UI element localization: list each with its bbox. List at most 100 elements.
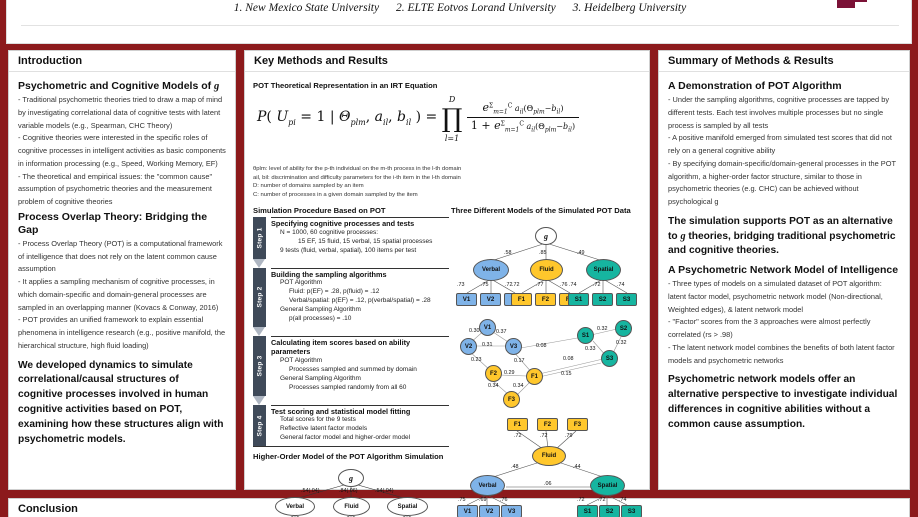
lf-ind-f2: F2: [535, 293, 556, 307]
ln-ind-s1: S1: [577, 505, 598, 517]
column-introduction: Introduction Psychometric and Cognitive …: [8, 50, 236, 490]
lf-ind-s2: S2: [592, 293, 613, 307]
intro-callout: We developed dynamics to simulate correl…: [18, 359, 224, 445]
step-2-line-2: Fluid: p(EF) = .28, p(fluid) = .12: [289, 288, 380, 296]
net-edge-v3-s1: 0.08: [536, 343, 547, 350]
step-4-line-2: Reflective latent factor models: [280, 425, 368, 433]
higher-order-title: Higher-Order Model of the POT Algorithm …: [253, 452, 444, 462]
ln-edge-fluid-verbal: .48: [511, 464, 519, 471]
summary-section-1-title: A Demonstration of POT Algorithm: [668, 80, 842, 92]
summary-bullet-1: - Under the sampling algorithms, cogniti…: [668, 95, 890, 130]
step-4-tab: Step 4: [253, 404, 266, 447]
step-3-line-2: Processes sampled and summed by domain: [289, 365, 417, 373]
latent-factor-diagram: g Verbal Fluid Spatial .58 .85 .49 .73 .…: [451, 217, 641, 317]
step-3-content: Calculating item scores based on ability…: [271, 335, 449, 396]
introduction-title: Introduction: [18, 55, 83, 67]
net-edge-v3-f1: 0.17: [514, 358, 525, 365]
intro-bullet-4: - Process Overlap Theory (POT) is a comp…: [18, 238, 223, 274]
ln-ind-f3: F3: [567, 418, 588, 432]
ln-ind-v1: V1: [457, 505, 478, 517]
equation-legend-3: D: number of domains sampled by an item: [253, 183, 364, 190]
lf-ind-loading-6: .76: [560, 282, 568, 289]
lf-ind-loading-1: .73: [457, 282, 465, 289]
column-summary: Summary of Methods & Results A Demonstra…: [658, 50, 910, 490]
introduction-header: Introduction: [9, 51, 235, 72]
irt-equation-formula: P( Upi = 1 | Θplm, ail, bil ) = D ∏ l=1 eΣ…: [257, 95, 580, 142]
lf-ind-v2: V2: [480, 293, 501, 307]
step-4-content: Test scoring and statistical model fitti…: [271, 404, 449, 446]
equation-legend-1: θplm: level of ability for the p-th indi…: [253, 166, 462, 172]
step-3-heading: Calculating item scores based on ability…: [271, 337, 411, 357]
key-methods-body: POT Theoretical Representation in an IRT…: [245, 72, 649, 517]
summary-title: Summary of Methods & Results: [668, 55, 834, 67]
ln-edge-fluid-spatial: .44: [573, 464, 581, 471]
step-1-line-2: 15 EF, 15 fluid, 15 verbal, 15 spatial p…: [298, 237, 433, 245]
intro-section-1-title: Psychometric and Cognitive Models of g: [18, 80, 226, 93]
ln-loading-s1: .72: [577, 497, 585, 504]
step-1-line-1: N = 1000, 60 cognitive processes:: [280, 228, 379, 236]
net-edge-s2-s3: 0.32: [616, 340, 627, 347]
net-edge-v1-v3: 0.37: [496, 329, 507, 336]
net-edge-f1-f3: 0.34: [513, 383, 524, 390]
ho-loading-verbal: .54(.04): [301, 488, 320, 495]
summary-section-2-title: A Psychometric Network Model of Intellig…: [668, 264, 899, 277]
summary-bullet-3: - By specifying domain-specific/domain-g…: [668, 158, 896, 206]
affiliation-3: 3. Heidelberg University: [572, 2, 687, 14]
net-edge-v2-f2: 0.23: [471, 357, 482, 364]
equation-title: POT Theoretical Representation in an IRT…: [253, 81, 438, 90]
intro-bullet-3: - The theoretical and empirical issues: …: [18, 171, 213, 206]
ho-loading-fluid: .84(.06): [339, 488, 358, 495]
ln-ind-f1: F1: [507, 418, 528, 432]
lf-ind-v1: V1: [456, 293, 477, 307]
ln-loading-s3: .74: [619, 497, 627, 504]
step-arrow-3: [253, 395, 266, 405]
network-diagram: V1 V2 V3 F1 F2 F3 S1 S2 S3 0.30 0.37 0.3…: [451, 319, 641, 417]
step-1-tab: Step 1: [253, 217, 266, 259]
net-edge-f1-s2: 0.08: [563, 356, 574, 363]
lf-ind-loading-4: .72: [512, 282, 520, 289]
affiliation-1: 1. New Mexico State University: [233, 2, 380, 14]
intro-section-1-title-text: Psychometric and Cognitive Models of: [18, 80, 215, 92]
lf-ind-loading-5: .77: [536, 282, 544, 289]
column-key-methods: Key Methods and Results POT Theoretical …: [244, 50, 650, 517]
simulation-steps: Step 1 Specifying cognitive processes an…: [253, 217, 449, 448]
net-edge-v2-v3: 0.31: [482, 342, 493, 349]
ln-loading-f3: .79: [565, 433, 573, 440]
step-3-label: Step 3: [256, 355, 263, 377]
lf-ind-loading-9: .74: [617, 282, 625, 289]
step-1-line-3: 9 tests (fluid, verbal, spatial), 100 it…: [280, 246, 417, 254]
step-2-line-5: p(all processes) = .10: [289, 315, 352, 322]
step-row-2: Step 2 Building the sampling algorithms …: [253, 267, 449, 327]
step-row-4: Step 4 Test scoring and statistical mode…: [253, 404, 449, 447]
ln-ind-v3: V3: [501, 505, 522, 517]
summary-header: Summary of Methods & Results: [659, 51, 909, 72]
models-title: Three Different Models of the Simulated …: [451, 206, 631, 216]
summary-callout-1: The simulation supports POT as an altern…: [668, 215, 900, 259]
ln-loading-v2: .69: [479, 497, 487, 504]
ln-edge-verbal-spatial: .06: [544, 481, 552, 488]
equation-legend-4: C: number of processes in a given domain…: [253, 191, 418, 198]
intro-section-2-title: Process Overlap Theory: Bridging the Gap: [18, 210, 208, 236]
latent-network-diagram: F1 F2 F3 .72 .72 .79 Fluid Verbal Spatia…: [451, 413, 642, 517]
intro-bullet-1: - Traditional psychometric theories trie…: [18, 95, 223, 130]
ln-loading-s2: .72: [598, 497, 606, 504]
steps-title: Simulation Procedure Based on POT: [253, 206, 386, 216]
net-edges: [468, 328, 622, 396]
step-4-line-3: General factor model and higher-order mo…: [280, 434, 411, 442]
net-edge-s1-s3: 0.33: [585, 346, 596, 353]
ln-loading-v3: .76: [500, 497, 508, 504]
step-3-line-3: General Sampling Algorithm: [280, 374, 361, 382]
lf-loading-spatial: .49: [577, 250, 585, 257]
step-2-label: Step 2: [256, 286, 263, 308]
ln-ind-v2: V2: [479, 505, 500, 517]
intro-section-1-title-italic: g: [214, 81, 220, 92]
steps-bottom-rule: [253, 446, 449, 448]
net-edge-f2-f1: 0.29: [504, 370, 515, 377]
step-1-heading: Specifying cognitive processes and tests: [271, 219, 415, 229]
equation-legend-2: ail, bil: discrimination and difficulty …: [253, 174, 461, 181]
ln-loading-f1: .72: [514, 433, 522, 440]
irt-equation: P( Upi = 1 | Θplm, ail, bil ) = D ∏ l=1 eΣ…: [253, 91, 641, 163]
lf-ind-f1: F1: [511, 293, 532, 307]
net-edge-f1-s3: 0.15: [561, 371, 572, 378]
step-row-3: Step 3 Calculating item scores based on …: [253, 335, 449, 396]
